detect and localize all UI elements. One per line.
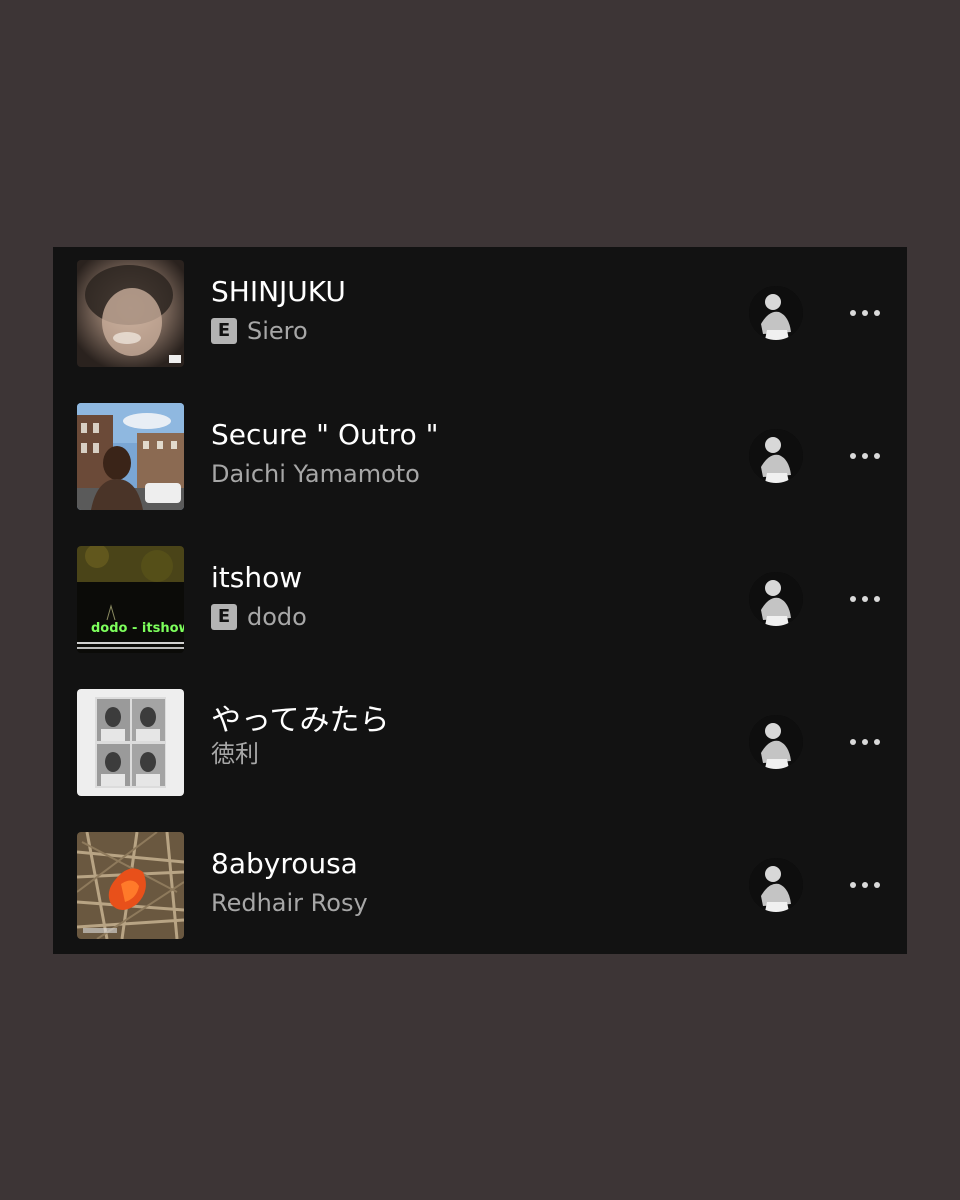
track-meta: itshow E dodo: [211, 560, 711, 634]
user-avatar[interactable]: [749, 715, 803, 769]
track-title: 8abyrousa: [211, 847, 358, 880]
track-artist[interactable]: Siero: [247, 316, 308, 346]
track-title: Secure " Outro ": [211, 418, 439, 451]
album-cover: [77, 832, 184, 939]
track-subline: Redhair Rosy: [211, 886, 711, 920]
more-options-icon[interactable]: [841, 729, 889, 755]
track-subline: E Siero: [211, 314, 711, 348]
more-options-icon[interactable]: [841, 443, 889, 469]
track-row[interactable]: SHINJUKU E Siero: [53, 260, 907, 370]
track-meta: SHINJUKU E Siero: [211, 274, 711, 348]
track-list: SHINJUKU E Siero Secure " Outro " Daichi…: [53, 247, 907, 954]
more-options-icon[interactable]: [841, 300, 889, 326]
user-avatar[interactable]: [749, 286, 803, 340]
track-title: SHINJUKU: [211, 275, 346, 308]
track-row[interactable]: 8abyrousa Redhair Rosy: [53, 832, 907, 942]
track-title: やってみたら: [211, 703, 390, 738]
track-row[interactable]: Secure " Outro " Daichi Yamamoto: [53, 403, 907, 513]
track-meta: Secure " Outro " Daichi Yamamoto: [211, 417, 711, 491]
track-artist[interactable]: dodo: [247, 602, 307, 632]
album-cover: [77, 403, 184, 510]
album-cover: dodo - itshow: [77, 546, 184, 653]
track-meta: やってみたら 徳利: [211, 703, 711, 769]
track-subline: 徳利: [211, 739, 711, 769]
user-avatar[interactable]: [749, 572, 803, 626]
track-artist[interactable]: Redhair Rosy: [211, 888, 368, 918]
more-options-icon[interactable]: [841, 872, 889, 898]
user-avatar[interactable]: [749, 858, 803, 912]
album-cover: [77, 689, 184, 796]
track-row[interactable]: やってみたら 徳利: [53, 689, 907, 799]
track-meta: 8abyrousa Redhair Rosy: [211, 846, 711, 920]
track-subline: Daichi Yamamoto: [211, 457, 711, 491]
track-artist[interactable]: Daichi Yamamoto: [211, 459, 420, 489]
user-avatar[interactable]: [749, 429, 803, 483]
explicit-icon: E: [211, 318, 237, 344]
album-cover: [77, 260, 184, 367]
track-subline: E dodo: [211, 600, 711, 634]
track-row[interactable]: dodo - itshow itshow E dodo: [53, 546, 907, 656]
more-options-icon[interactable]: [841, 586, 889, 612]
track-artist[interactable]: 徳利: [211, 739, 259, 769]
cover-label: dodo - itshow: [91, 621, 184, 636]
explicit-icon: E: [211, 604, 237, 630]
track-title: itshow: [211, 561, 303, 594]
